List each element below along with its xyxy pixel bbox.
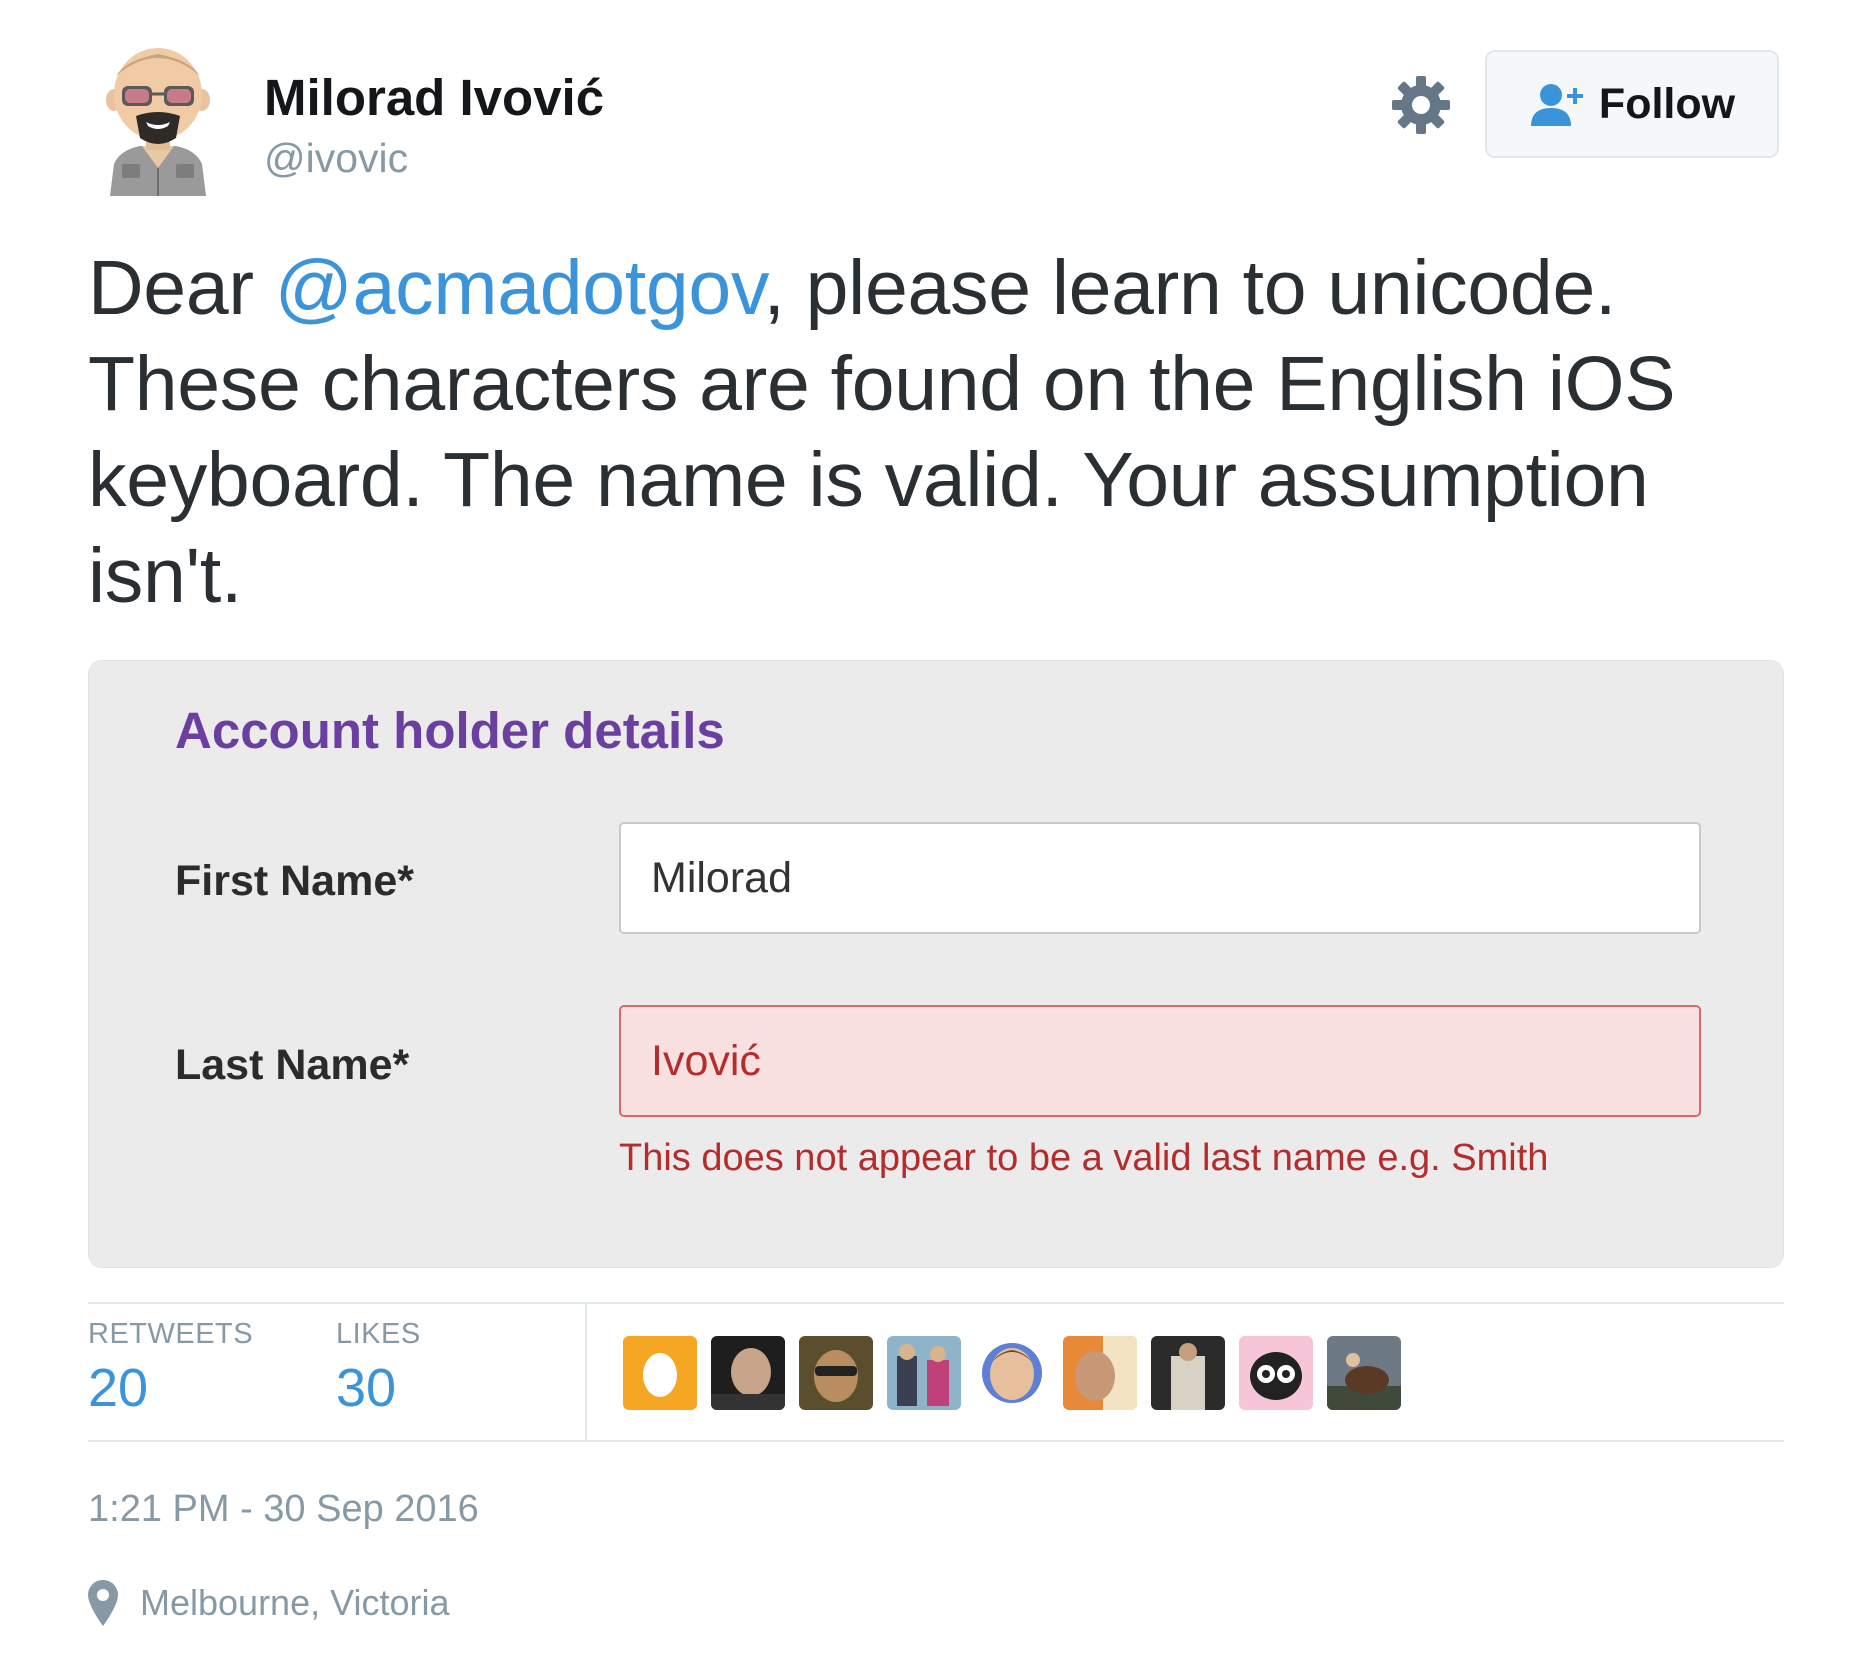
liker-avatar[interactable] xyxy=(799,1336,873,1410)
tweet-location[interactable]: Melbourne, Victoria xyxy=(88,1580,450,1626)
avatar[interactable] xyxy=(100,46,216,196)
likes-stat[interactable]: LIKES 30 xyxy=(336,1318,421,1419)
likers-avatars xyxy=(623,1336,1401,1410)
likes-label: LIKES xyxy=(336,1318,421,1350)
form-title: Account holder details xyxy=(175,702,725,759)
follow-label: Follow xyxy=(1598,79,1736,128)
validation-error: This does not appear to be a valid last … xyxy=(619,1137,1549,1179)
likes-count: 30 xyxy=(336,1358,397,1418)
retweets-count: 20 xyxy=(88,1358,149,1418)
liker-avatar[interactable] xyxy=(1151,1336,1225,1410)
liker-avatar[interactable] xyxy=(1239,1336,1313,1410)
last-name-field[interactable] xyxy=(619,1005,1701,1117)
tweet-text-start: Dear xyxy=(88,245,275,331)
mention-link[interactable]: @acmadotgov xyxy=(275,245,764,331)
location-pin-icon xyxy=(88,1580,118,1626)
location-label: Melbourne, Victoria xyxy=(140,1582,450,1623)
follow-button[interactable]: Follow xyxy=(1485,50,1779,158)
last-name-label: Last Name* xyxy=(175,1041,410,1089)
liker-avatar[interactable] xyxy=(887,1336,961,1410)
retweets-label: RETWEETS xyxy=(88,1318,254,1350)
add-user-icon xyxy=(1530,84,1583,126)
display-name[interactable]: Milorad Ivović xyxy=(264,68,604,127)
stats-separator xyxy=(585,1302,587,1442)
user-handle[interactable]: @ivovic xyxy=(264,135,408,182)
liker-avatar[interactable] xyxy=(711,1336,785,1410)
first-name-label: First Name* xyxy=(175,857,414,905)
tweet-timestamp[interactable]: 1:21 PM - 30 Sep 2016 xyxy=(88,1488,479,1531)
liker-avatar[interactable] xyxy=(1327,1336,1401,1410)
liker-avatar[interactable] xyxy=(1063,1336,1137,1410)
retweets-stat[interactable]: RETWEETS 20 xyxy=(88,1318,253,1419)
divider xyxy=(88,1302,1784,1304)
divider xyxy=(88,1440,1784,1442)
tweet-text: Dear @acmadotgov, please learn to unicod… xyxy=(88,240,1808,624)
first-name-field[interactable] xyxy=(619,822,1701,934)
liker-avatar[interactable] xyxy=(975,1336,1049,1410)
liker-avatar[interactable] xyxy=(623,1336,697,1410)
tweet-media[interactable]: Account holder details First Name* Last … xyxy=(88,660,1784,1268)
gear-icon[interactable] xyxy=(1390,74,1452,136)
